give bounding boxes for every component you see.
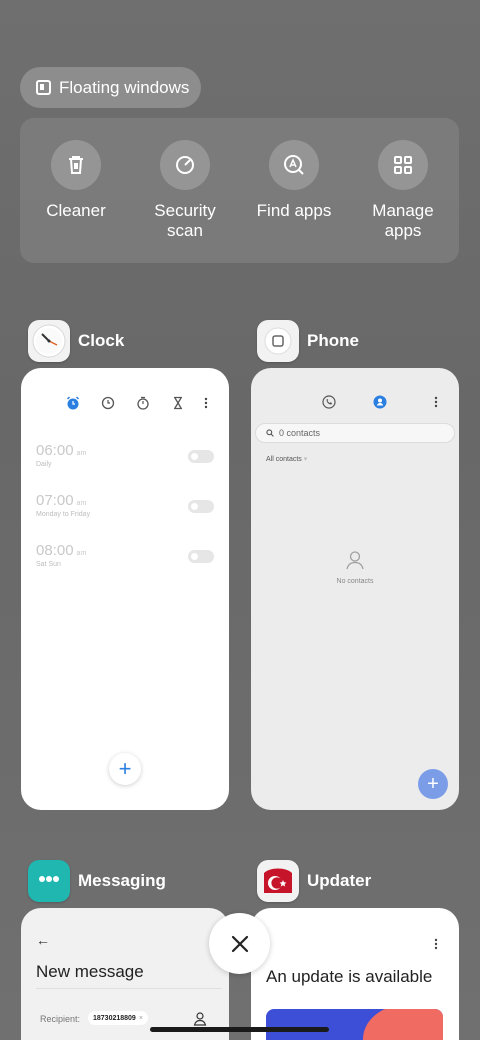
floating-window-icon [36, 80, 51, 95]
contacts-filter[interactable]: All contacts ▾ [266, 455, 307, 463]
clock-app-icon [28, 320, 70, 362]
back-arrow-icon: ← [36, 932, 50, 948]
alarm-repeat: Monday to Friday [36, 511, 91, 518]
find-apps-label: Find apps [256, 201, 332, 220]
manage-apps-button[interactable]: Manage apps [353, 140, 453, 241]
recipient-label: Recipient: [40, 1014, 81, 1024]
stopwatch-tab-icon [137, 396, 149, 410]
alarm-ampm: am [76, 450, 87, 457]
no-contacts-text: No contacts [336, 578, 374, 585]
security-scan-label-2: scan [167, 221, 203, 240]
phone-app-header[interactable]: Phone [257, 320, 359, 362]
close-all-button[interactable] [209, 913, 270, 974]
home-indicator[interactable] [150, 1027, 329, 1032]
alarm-toggle[interactable] [188, 450, 214, 463]
phone-window-preview[interactable]: 0 contacts All contacts ▾ No contacts + [251, 368, 459, 810]
trash-icon [51, 140, 101, 190]
updater-window-preview[interactable]: An update is available [251, 908, 459, 1040]
phone-app-name: Phone [307, 331, 359, 350]
recipient-chip[interactable]: 18730218809 × [88, 1011, 148, 1025]
messaging-window-preview[interactable]: ← New message Recipient: 18730218809 × [21, 908, 229, 1040]
clock-window-preview[interactable]: 06:00 am Daily 07:00 am Monday to Friday 0… [21, 368, 229, 810]
timer-tab-icon [174, 396, 182, 410]
chevron-down-icon: ▾ [303, 456, 308, 463]
manage-apps-label-2: apps [384, 221, 422, 240]
call-log-tab-icon [322, 395, 336, 409]
more-icon [204, 397, 208, 409]
contacts-search-input[interactable]: 0 contacts [255, 423, 455, 443]
manage-apps-label-1: Manage [372, 201, 434, 220]
grid-icon [378, 140, 428, 190]
search-icon [266, 429, 274, 437]
alarm-toggle[interactable] [188, 500, 214, 513]
world-clock-tab-icon [101, 396, 115, 410]
add-alarm-button[interactable]: + [109, 753, 141, 785]
contacts-search-placeholder: 0 contacts [279, 428, 321, 438]
more-icon [434, 396, 438, 408]
floating-windows-button[interactable]: Floating windows [20, 67, 201, 108]
messaging-app-icon [28, 860, 70, 902]
chip-close-icon[interactable]: × [139, 1015, 143, 1022]
alarm-time: 07:00 [36, 492, 74, 509]
updater-app-name: Updater [307, 871, 372, 890]
contact-picker-icon[interactable] [193, 1011, 207, 1027]
security-scan-button[interactable]: Security scan [135, 140, 235, 241]
alarm-item[interactable]: 06:00 am Daily [36, 442, 86, 468]
close-icon [231, 935, 248, 952]
messaging-app-name: Messaging [78, 871, 166, 890]
security-scan-icon [160, 140, 210, 190]
phone-app-icon [257, 320, 299, 362]
recipient-number: 18730218809 [93, 1014, 136, 1022]
contacts-filter-label: All contacts [266, 456, 302, 463]
new-message-title: New message [36, 962, 144, 981]
alarm-item[interactable]: 07:00 am Monday to Friday [36, 492, 90, 518]
cleaner-button[interactable]: Cleaner [26, 140, 126, 221]
quick-actions-panel: Cleaner Security scan Find apps Manage app… [20, 118, 459, 263]
clock-app-header[interactable]: Clock [28, 320, 124, 362]
find-apps-icon [269, 140, 319, 190]
floating-windows-label: Floating windows [59, 77, 190, 97]
alarm-ampm: am [76, 500, 87, 507]
add-contact-button[interactable]: + [418, 769, 448, 799]
alarm-repeat: Sat Sun [36, 561, 61, 568]
alarm-toggle[interactable] [188, 550, 214, 563]
more-icon [434, 938, 438, 950]
alarm-item[interactable]: 08:00 am Sat Sun [36, 542, 86, 568]
messaging-app-header[interactable]: Messaging [28, 860, 166, 902]
contacts-tab-icon [373, 395, 387, 409]
update-banner [266, 1009, 443, 1040]
update-available-title: An update is available [266, 967, 433, 986]
security-scan-label-1: Security [154, 201, 216, 220]
empty-contact-icon [346, 551, 364, 570]
alarm-time: 08:00 [36, 542, 74, 559]
divider [36, 988, 222, 989]
cleaner-label: Cleaner [46, 201, 106, 220]
find-apps-button[interactable]: Find apps [244, 140, 344, 221]
alarm-time: 06:00 [36, 442, 74, 459]
alarm-repeat: Daily [36, 461, 52, 468]
clock-app-name: Clock [78, 331, 125, 350]
updater-app-header[interactable]: Updater [257, 860, 371, 902]
updater-app-icon [257, 860, 299, 902]
alarm-tab-icon [66, 396, 80, 410]
alarm-ampm: am [76, 550, 87, 557]
